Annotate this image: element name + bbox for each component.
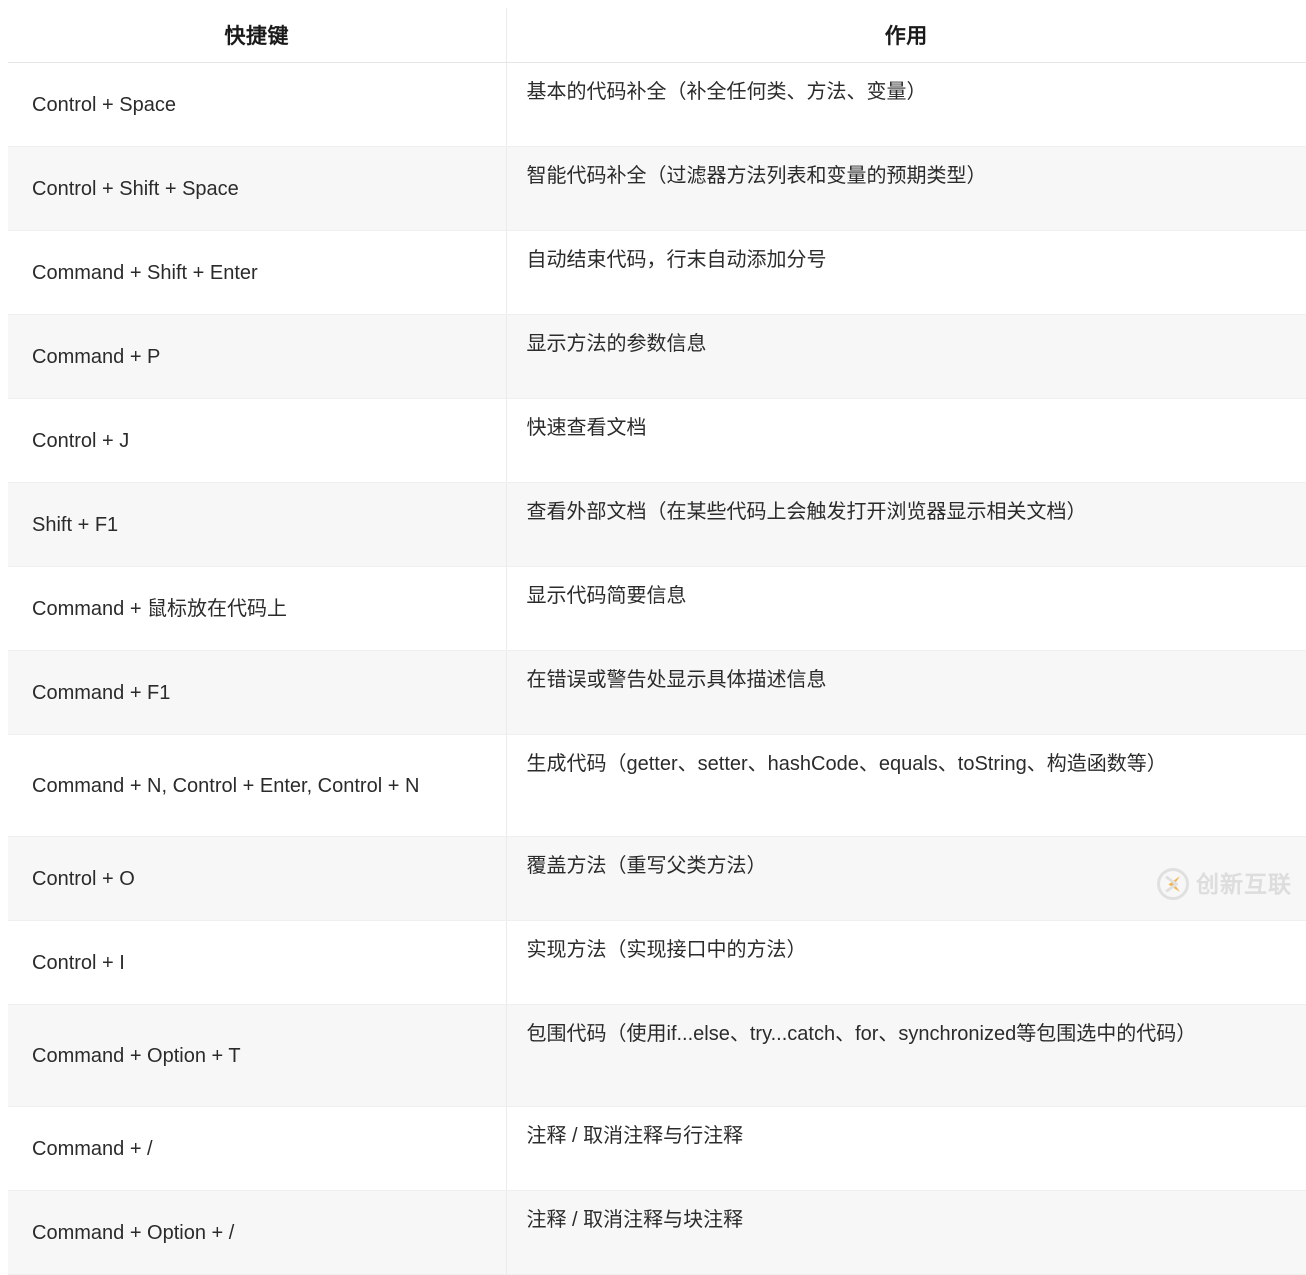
table-header: 快捷键 作用 bbox=[8, 8, 1306, 63]
shortcut-key-cell: Command + Option + T bbox=[8, 1004, 507, 1107]
shortcut-description-cell: 在错误或警告处显示具体描述信息 bbox=[506, 650, 1306, 735]
shortcut-description-cell: 实现方法（实现接口中的方法） bbox=[506, 920, 1306, 1005]
shortcut-description-cell: 生成代码（getter、setter、hashCode、equals、toStr… bbox=[506, 734, 1306, 837]
table-row: Command + Option + / 注释 / 取消注释与块注释 bbox=[8, 1190, 1306, 1275]
shortcut-table-container: 快捷键 作用 Control + Space 基本的代码补全（补全任何类、方法、变… bbox=[8, 8, 1306, 1275]
shortcut-description-cell: 自动结束代码，行末自动添加分号 bbox=[506, 230, 1306, 315]
table-row: Command + Shift + Enter 自动结束代码，行末自动添加分号 bbox=[8, 230, 1306, 315]
shortcut-key-cell: Command + N, Control + Enter, Control + … bbox=[8, 734, 507, 837]
table-row: Command + 鼠标放在代码上 显示代码简要信息 bbox=[8, 566, 1306, 651]
table-row: Shift + F1 查看外部文档（在某些代码上会触发打开浏览器显示相关文档） bbox=[8, 482, 1306, 567]
shortcut-key-cell: Control + J bbox=[8, 398, 507, 483]
shortcut-key-cell: Command + 鼠标放在代码上 bbox=[8, 566, 507, 651]
shortcut-key-cell: Command + Shift + Enter bbox=[8, 230, 507, 315]
shortcut-description-cell: 包围代码（使用if...else、try...catch、for、synchro… bbox=[506, 1004, 1306, 1107]
table-row: Control + Shift + Space 智能代码补全（过滤器方法列表和变量… bbox=[8, 146, 1306, 231]
shortcut-description-cell: 注释 / 取消注释与块注释 bbox=[506, 1190, 1306, 1275]
shortcut-key-cell: Control + Space bbox=[8, 62, 507, 147]
shortcut-key-cell: Control + Shift + Space bbox=[8, 146, 507, 231]
shortcut-description-cell: 查看外部文档（在某些代码上会触发打开浏览器显示相关文档） bbox=[506, 482, 1306, 567]
shortcut-key-cell: Control + O bbox=[8, 836, 507, 921]
table-row: Command + F1 在错误或警告处显示具体描述信息 bbox=[8, 650, 1306, 735]
table-row: Command + / 注释 / 取消注释与行注释 bbox=[8, 1106, 1306, 1191]
table-row: Control + O 覆盖方法（重写父类方法） bbox=[8, 836, 1306, 921]
shortcut-description-cell: 显示方法的参数信息 bbox=[506, 314, 1306, 399]
shortcut-description-cell: 智能代码补全（过滤器方法列表和变量的预期类型） bbox=[506, 146, 1306, 231]
table-row: Control + J 快速查看文档 bbox=[8, 398, 1306, 483]
column-header-shortcut: 快捷键 bbox=[8, 8, 507, 63]
table-row: Command + N, Control + Enter, Control + … bbox=[8, 734, 1306, 837]
table-body: Control + Space 基本的代码补全（补全任何类、方法、变量） Contr… bbox=[8, 62, 1306, 1275]
shortcut-key-cell: Command + F1 bbox=[8, 650, 507, 735]
column-header-action: 作用 bbox=[506, 8, 1306, 63]
shortcut-description-cell: 基本的代码补全（补全任何类、方法、变量） bbox=[506, 62, 1306, 147]
table-row: Control + I 实现方法（实现接口中的方法） bbox=[8, 920, 1306, 1005]
shortcut-key-cell: Shift + F1 bbox=[8, 482, 507, 567]
shortcut-description-cell: 注释 / 取消注释与行注释 bbox=[506, 1106, 1306, 1191]
shortcut-key-cell: Command + Option + / bbox=[8, 1190, 507, 1275]
shortcut-table: 快捷键 作用 Control + Space 基本的代码补全（补全任何类、方法、变… bbox=[8, 8, 1306, 1275]
table-row: Command + P 显示方法的参数信息 bbox=[8, 314, 1306, 399]
table-row: Command + Option + T 包围代码（使用if...else、try… bbox=[8, 1004, 1306, 1107]
shortcut-key-cell: Command + P bbox=[8, 314, 507, 399]
table-row: Control + Space 基本的代码补全（补全任何类、方法、变量） bbox=[8, 62, 1306, 147]
shortcut-key-cell: Control + I bbox=[8, 920, 507, 1005]
shortcut-description-cell: 覆盖方法（重写父类方法） bbox=[506, 836, 1306, 921]
table-header-row: 快捷键 作用 bbox=[8, 8, 1306, 63]
shortcut-key-cell: Command + / bbox=[8, 1106, 507, 1191]
shortcut-description-cell: 显示代码简要信息 bbox=[506, 566, 1306, 651]
shortcut-description-cell: 快速查看文档 bbox=[506, 398, 1306, 483]
